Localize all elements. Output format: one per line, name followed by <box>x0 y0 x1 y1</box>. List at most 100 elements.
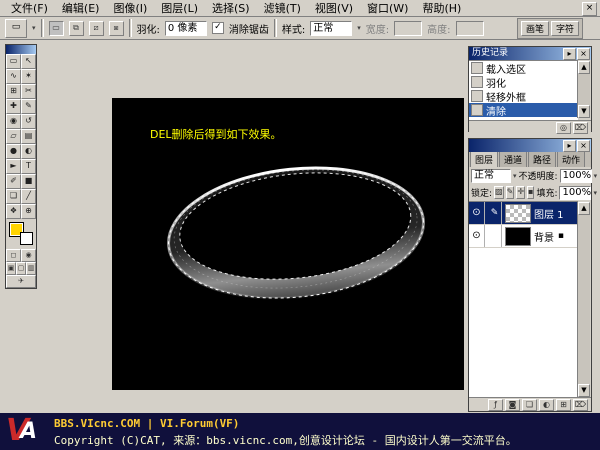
standard-screen-icon[interactable]: ▣ <box>6 262 16 275</box>
history-panel-titlebar[interactable]: 历史记录 ▸ × <box>469 47 591 60</box>
zoom-tool[interactable]: ⊕ <box>21 204 36 219</box>
jump-to-imageready-icon[interactable]: ✈ <box>6 275 36 288</box>
blend-mode-dropdown-icon[interactable]: ▾ <box>513 172 517 180</box>
trash-icon[interactable]: ⌦ <box>573 122 588 134</box>
close-icon[interactable]: × <box>577 48 590 60</box>
document-canvas[interactable]: DEL删除后得到如下效果。 <box>112 98 464 390</box>
eyedropper-tool[interactable]: ╱ <box>21 189 36 204</box>
history-item[interactable]: 轻移外框 <box>469 89 578 103</box>
menu-layer[interactable]: 图层(L) <box>154 0 205 17</box>
history-item[interactable]: 羽化 <box>469 75 578 89</box>
subtract-selection-mode-icon[interactable]: ⧄ <box>89 21 104 36</box>
path-selection-tool[interactable]: ► <box>6 159 21 174</box>
palette-well-tab-brushes[interactable]: 画笔 <box>521 21 549 36</box>
scroll-down-icon[interactable]: ▼ <box>578 105 590 118</box>
history-item-selected[interactable]: 清除 <box>469 103 578 117</box>
layer-set-icon[interactable]: ❏ <box>522 399 537 411</box>
scroll-up-icon[interactable]: ▲ <box>578 202 590 215</box>
panel-menu-icon[interactable]: ▸ <box>563 48 576 60</box>
layer-effects-icon[interactable]: ƒ <box>488 399 503 411</box>
menu-window[interactable]: 窗口(W) <box>360 0 415 17</box>
hand-tool[interactable]: ❖ <box>6 204 21 219</box>
layer-name[interactable]: 背景 <box>534 229 554 244</box>
fill-input[interactable]: 100% <box>559 186 591 200</box>
magic-wand-tool[interactable]: ✶ <box>21 69 36 84</box>
rectangular-marquee-tool[interactable]: ▭ <box>6 54 21 69</box>
crop-tool[interactable]: ⊞ <box>6 84 21 99</box>
tab-layers[interactable]: 图层 <box>470 151 498 167</box>
full-screen-menubar-icon[interactable]: ▢ <box>16 262 26 275</box>
visibility-eye-icon[interactable]: ⊙ <box>469 202 485 224</box>
new-selection-mode-icon[interactable]: ▭ <box>49 21 64 36</box>
close-icon[interactable]: × <box>577 140 590 152</box>
layer-mask-icon[interactable]: ◙ <box>505 399 520 411</box>
blend-mode-select[interactable]: 正常 <box>471 169 511 183</box>
gradient-tool[interactable]: ▤ <box>21 129 36 144</box>
tab-paths[interactable]: 路径 <box>528 151 556 167</box>
menu-image[interactable]: 图像(I) <box>106 0 154 17</box>
menu-help[interactable]: 帮助(H) <box>415 0 468 17</box>
history-scrollbar[interactable]: ▲ ▼ <box>577 61 590 118</box>
shape-tool[interactable]: ■ <box>21 174 36 189</box>
layer-name[interactable]: 图层 1 <box>534 206 564 221</box>
add-selection-mode-icon[interactable]: ⧉ <box>69 21 84 36</box>
menu-view[interactable]: 视图(V) <box>308 0 360 17</box>
history-item[interactable]: 载入选区 <box>469 61 578 75</box>
eraser-tool[interactable]: ▱ <box>6 129 21 144</box>
layer-thumbnail[interactable] <box>505 204 531 223</box>
scroll-up-icon[interactable]: ▲ <box>578 61 590 74</box>
style-dropdown-icon[interactable]: ▾ <box>357 24 361 32</box>
history-brush-tool[interactable]: ↺ <box>21 114 36 129</box>
move-tool[interactable]: ↖ <box>21 54 36 69</box>
scroll-down-icon[interactable]: ▼ <box>578 384 590 397</box>
tool-preset-icon[interactable]: ▭ <box>5 19 27 38</box>
quick-mask-mode-icon[interactable]: ◉ <box>21 249 36 262</box>
full-screen-icon[interactable]: ▥ <box>26 262 36 275</box>
toolbox-titlebar[interactable] <box>6 45 36 54</box>
close-icon[interactable]: × <box>582 2 597 16</box>
fill-dropdown-icon[interactable]: ▾ <box>593 189 597 197</box>
notes-tool[interactable]: ❏ <box>6 189 21 204</box>
lock-all-icon[interactable]: ▪ <box>527 186 534 199</box>
type-tool[interactable]: T <box>21 159 36 174</box>
blur-tool[interactable]: ● <box>6 144 21 159</box>
dodge-tool[interactable]: ◐ <box>21 144 36 159</box>
lock-transparency-icon[interactable]: ▨ <box>494 186 504 199</box>
new-layer-icon[interactable]: ⊞ <box>556 399 571 411</box>
layer-thumbnail[interactable] <box>505 227 531 246</box>
trash-icon[interactable]: ⌦ <box>573 399 588 411</box>
clone-stamp-tool[interactable]: ◉ <box>6 114 21 129</box>
lasso-tool[interactable]: ∿ <box>6 69 21 84</box>
background-color-swatch[interactable] <box>20 232 33 245</box>
layer-row-background[interactable]: ⊙ 背景 ▪ <box>469 225 578 248</box>
intersect-selection-mode-icon[interactable]: ⧆ <box>109 21 124 36</box>
opacity-dropdown-icon[interactable]: ▾ <box>594 172 598 180</box>
tab-actions[interactable]: 动作 <box>557 151 585 167</box>
menu-file[interactable]: 文件(F) <box>4 0 55 17</box>
palette-well-tab-character[interactable]: 字符 <box>551 21 579 36</box>
style-select[interactable]: 正常 <box>310 21 352 36</box>
healing-brush-tool[interactable]: ✚ <box>6 99 21 114</box>
adjustment-layer-icon[interactable]: ◐ <box>539 399 554 411</box>
brush-tool[interactable]: ✎ <box>21 99 36 114</box>
pen-tool[interactable]: ✐ <box>6 174 21 189</box>
lock-image-icon[interactable]: ✎ <box>506 186 515 199</box>
menu-select[interactable]: 选择(S) <box>205 0 257 17</box>
layers-panel-titlebar[interactable]: ▸ × <box>469 139 591 152</box>
visibility-eye-icon[interactable]: ⊙ <box>469 225 485 247</box>
panel-menu-icon[interactable]: ▸ <box>563 140 576 152</box>
link-column[interactable] <box>488 225 502 247</box>
tool-preset-dropdown-icon[interactable]: ▾ <box>32 24 36 32</box>
menu-edit[interactable]: 编辑(E) <box>55 0 107 17</box>
tab-channels[interactable]: 通道 <box>499 151 527 167</box>
lock-position-icon[interactable]: ✛ <box>516 186 525 199</box>
layers-scrollbar[interactable]: ▲ ▼ <box>577 202 590 397</box>
new-snapshot-icon[interactable]: ◎ <box>556 122 571 134</box>
menu-filter[interactable]: 滤镜(T) <box>257 0 308 17</box>
antialias-checkbox[interactable]: ✓ <box>212 22 224 34</box>
layer-row-layer1[interactable]: ⊙ ✎ 图层 1 <box>469 202 578 225</box>
standard-mode-icon[interactable]: ◻ <box>6 249 21 262</box>
feather-input[interactable]: 0 像素 <box>165 21 207 36</box>
opacity-input[interactable]: 100% <box>560 169 592 183</box>
slice-tool[interactable]: ✂ <box>21 84 36 99</box>
